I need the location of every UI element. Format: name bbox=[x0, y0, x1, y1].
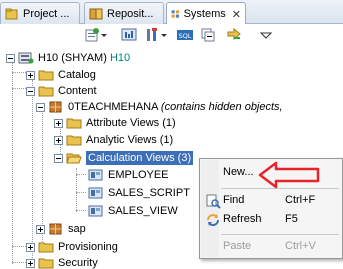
tree-node-sales-script[interactable]: SALES_SCRIPT bbox=[88, 185, 190, 201]
tree-node-employee[interactable]: EMPLOYEE bbox=[88, 167, 169, 183]
tree-label: H10 (SHYAM) H10 bbox=[38, 52, 131, 64]
menu-item-label: New... bbox=[223, 166, 254, 178]
sql-console-icon[interactable] bbox=[121, 27, 137, 43]
tree-label: Provisioning bbox=[58, 241, 118, 253]
calculation-view-icon bbox=[88, 205, 103, 217]
collapse-toggle[interactable] bbox=[36, 102, 45, 112]
expand-toggle[interactable] bbox=[26, 70, 35, 80]
view-tab-bar: Project ... Reposit... Systems ✕ bbox=[0, 0, 343, 25]
folder-icon bbox=[38, 70, 54, 81]
add-system-icon[interactable] bbox=[84, 27, 100, 43]
tree-node-attribute-views[interactable]: Attribute Views (1) bbox=[54, 115, 176, 131]
folder-icon bbox=[38, 258, 54, 269]
tree-label-selected: Calculation Views (3) bbox=[86, 151, 194, 165]
tab-label: Project ... bbox=[23, 7, 70, 20]
tree-node-security[interactable]: Security bbox=[26, 255, 98, 269]
tree-label: Analytic Views (1) bbox=[86, 134, 174, 146]
link-with-editor-icon[interactable] bbox=[226, 27, 242, 43]
collapse-toggle[interactable] bbox=[6, 53, 15, 63]
red-arrow-annotation bbox=[258, 161, 320, 189]
menu-item-shortcut: Ctrl+V bbox=[285, 240, 316, 252]
tree-label: SALES_SCRIPT bbox=[108, 187, 190, 199]
tab-repositories[interactable]: Reposit... bbox=[84, 2, 164, 24]
view-toolbar: SQL bbox=[0, 24, 343, 46]
view-menu-icon[interactable] bbox=[258, 27, 274, 43]
tree-node-content[interactable]: Content bbox=[26, 83, 97, 99]
menu-separator bbox=[221, 234, 339, 235]
package-icon bbox=[49, 101, 62, 113]
folder-icon bbox=[38, 86, 54, 97]
tab-systems[interactable]: Systems ✕ bbox=[166, 2, 246, 25]
repository-icon bbox=[89, 8, 103, 19]
tab-label: Systems bbox=[183, 8, 226, 20]
tree-label: Attribute Views (1) bbox=[86, 117, 176, 129]
collapse-toggle[interactable] bbox=[54, 153, 63, 163]
tree-node-sap[interactable]: sap bbox=[36, 221, 86, 237]
tab-label: Reposit... bbox=[107, 7, 154, 20]
tree-label: Catalog bbox=[58, 69, 96, 81]
calculation-view-icon bbox=[88, 169, 103, 181]
refresh-icon bbox=[207, 214, 219, 226]
svg-text:SQL: SQL bbox=[179, 32, 192, 40]
folder-icon bbox=[66, 135, 82, 146]
dropdown-icon[interactable] bbox=[161, 27, 167, 43]
menu-item-label: Find bbox=[223, 194, 245, 206]
menu-item-label: Paste bbox=[223, 240, 252, 252]
collapse-toggle[interactable] bbox=[26, 86, 35, 96]
tools-icon[interactable] bbox=[144, 27, 160, 43]
close-icon[interactable]: ✕ bbox=[232, 8, 241, 21]
tree-label: Security bbox=[58, 257, 98, 269]
tree-node-package[interactable]: 0TEACHMEHANA (contains hidden objects, bbox=[36, 99, 283, 115]
menu-item-shortcut: F5 bbox=[285, 213, 298, 225]
folder-icon bbox=[38, 242, 54, 253]
folder-icon bbox=[66, 118, 82, 129]
expand-toggle[interactable] bbox=[36, 224, 45, 234]
tab-project-explorer[interactable]: Project ... bbox=[0, 2, 80, 24]
tree-label: SALES_VIEW bbox=[108, 205, 178, 217]
menu-item-paste[interactable]: Paste Ctrl+V bbox=[201, 237, 342, 257]
dropdown-icon[interactable] bbox=[101, 27, 107, 43]
tree-node-provisioning[interactable]: Provisioning bbox=[26, 239, 118, 255]
tree-node-system[interactable]: H10 (SHYAM) H10 bbox=[6, 50, 130, 66]
folder-open-icon bbox=[66, 153, 82, 164]
tree-node-catalog[interactable]: Catalog bbox=[26, 67, 96, 83]
expand-toggle[interactable] bbox=[54, 118, 63, 128]
systems-icon bbox=[171, 10, 179, 18]
find-icon bbox=[206, 194, 221, 209]
tree-label: Content bbox=[58, 85, 97, 97]
tree-node-calculation-views[interactable]: Calculation Views (3) bbox=[54, 150, 194, 166]
package-icon bbox=[49, 223, 62, 235]
collapse-all-icon[interactable] bbox=[200, 27, 216, 43]
sql-icon[interactable]: SQL bbox=[177, 27, 193, 43]
menu-item-refresh[interactable]: Refresh F5 bbox=[201, 210, 342, 230]
menu-item-find[interactable]: Find Ctrl+F bbox=[201, 191, 342, 211]
menu-item-label: Refresh bbox=[223, 213, 262, 225]
tree-node-analytic-views[interactable]: Analytic Views (1) bbox=[54, 132, 173, 148]
expand-toggle[interactable] bbox=[54, 135, 63, 145]
menu-item-shortcut: Ctrl+F bbox=[285, 194, 316, 206]
project-explorer-icon bbox=[5, 8, 18, 19]
tree-label: sap bbox=[68, 223, 86, 235]
tree-label: EMPLOYEE bbox=[108, 169, 169, 181]
expand-toggle[interactable] bbox=[26, 258, 35, 268]
calculation-view-icon bbox=[88, 187, 103, 199]
system-icon bbox=[18, 52, 34, 64]
tree-label: 0TEACHMEHANA (contains hidden objects, bbox=[68, 101, 283, 113]
expand-toggle[interactable] bbox=[26, 242, 35, 252]
tree-node-sales-view[interactable]: SALES_VIEW bbox=[88, 203, 178, 219]
